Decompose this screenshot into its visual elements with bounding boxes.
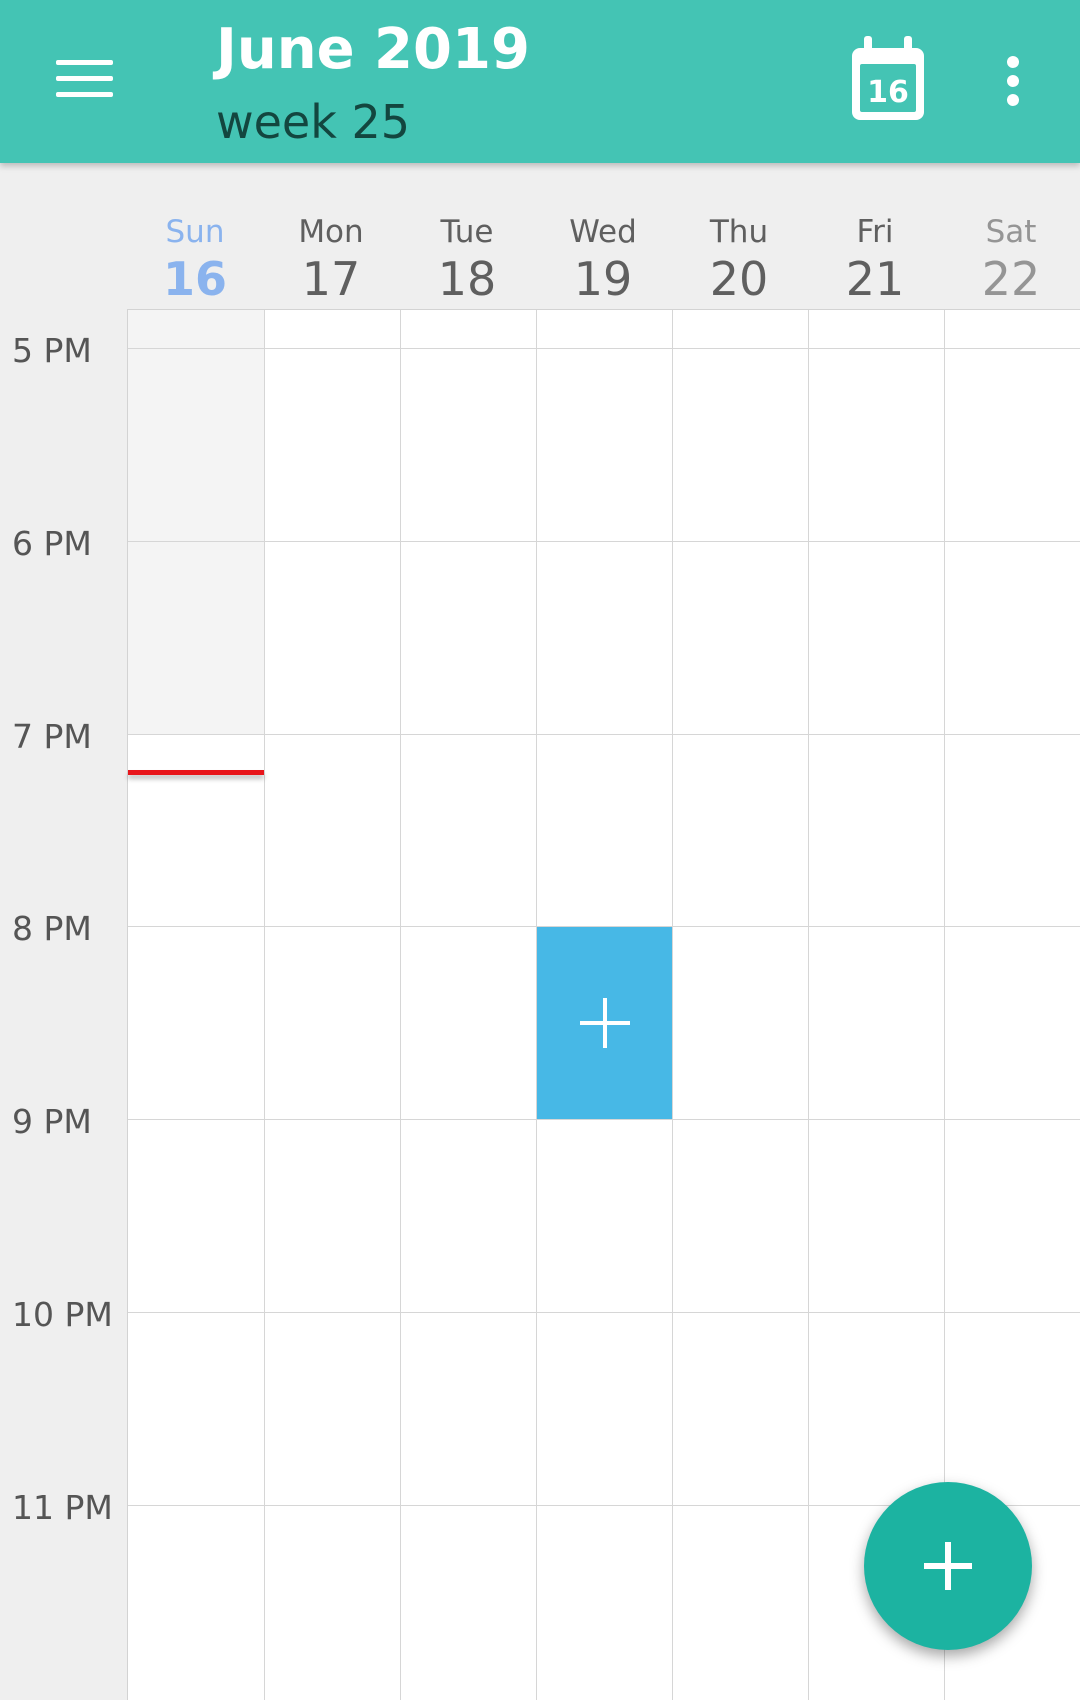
plus-icon (924, 1542, 972, 1590)
new-event-slot[interactable] (537, 927, 672, 1119)
day-name: Mon (298, 214, 364, 250)
day-number: 21 (845, 252, 905, 306)
hour-label: 8 PM (12, 909, 92, 948)
hamburger-menu-icon-line (56, 76, 113, 81)
day-name: Thu (709, 214, 769, 250)
hamburger-menu-icon (56, 60, 113, 65)
day-divider (672, 310, 673, 1700)
day-name: Fri (856, 214, 894, 250)
today-button[interactable]: 16 (838, 28, 938, 128)
past-time-shade (128, 310, 264, 734)
hour-label: 6 PM (12, 524, 92, 563)
day-header-thu[interactable]: Thu 20 (671, 212, 807, 307)
day-divider (808, 310, 809, 1700)
hour-divider (128, 541, 1080, 542)
more-vert-icon (1007, 56, 1019, 68)
day-header-mon[interactable]: Mon 17 (263, 212, 399, 307)
day-divider (264, 310, 265, 1700)
day-number: 17 (301, 252, 361, 306)
day-header-sat[interactable]: Sat 22 (943, 212, 1079, 307)
hamburger-menu-icon-line (56, 92, 113, 97)
day-number: 18 (437, 252, 497, 306)
day-number: 22 (981, 252, 1041, 306)
app-bar: June 2019 week 25 16 (0, 0, 1080, 163)
day-headers: Sun 16 Mon 17 Tue 18 Wed 19 Thu 20 Fri 2… (127, 212, 1080, 307)
day-name: Sun (165, 214, 225, 250)
day-header-wed[interactable]: Wed 19 (535, 212, 671, 307)
hour-label: 10 PM (12, 1295, 113, 1334)
more-vert-icon-dot (1007, 94, 1019, 106)
today-number: 16 (867, 75, 909, 110)
hour-divider (128, 1119, 1080, 1120)
day-divider (400, 310, 401, 1700)
day-name: Wed (569, 214, 637, 250)
month-title[interactable]: June 2019 (216, 16, 530, 84)
calendar-today-icon: 16 (852, 36, 924, 120)
hour-divider (128, 1312, 1080, 1313)
menu-button[interactable] (44, 46, 124, 110)
hour-label: 9 PM (12, 1102, 92, 1141)
hour-divider (128, 734, 1080, 735)
day-header-sun[interactable]: Sun 16 (127, 212, 263, 307)
hour-label: 7 PM (12, 717, 92, 756)
hour-label: 5 PM (12, 331, 92, 370)
day-number: 20 (709, 252, 769, 306)
hour-label: 11 PM (12, 1488, 113, 1527)
day-header-tue[interactable]: Tue 18 (399, 212, 535, 307)
day-number: 16 (162, 252, 227, 306)
day-header-fri[interactable]: Fri 21 (807, 212, 943, 307)
more-options-button[interactable] (990, 46, 1038, 116)
week-subtitle: week 25 (216, 95, 411, 149)
day-name: Sat (985, 214, 1037, 250)
current-time-indicator (128, 770, 264, 775)
day-number: 19 (573, 252, 633, 306)
add-event-fab[interactable] (864, 1482, 1032, 1650)
hour-divider (128, 348, 1080, 349)
more-vert-icon-dot (1007, 75, 1019, 87)
plus-icon (580, 998, 630, 1048)
day-name: Tue (440, 214, 494, 250)
